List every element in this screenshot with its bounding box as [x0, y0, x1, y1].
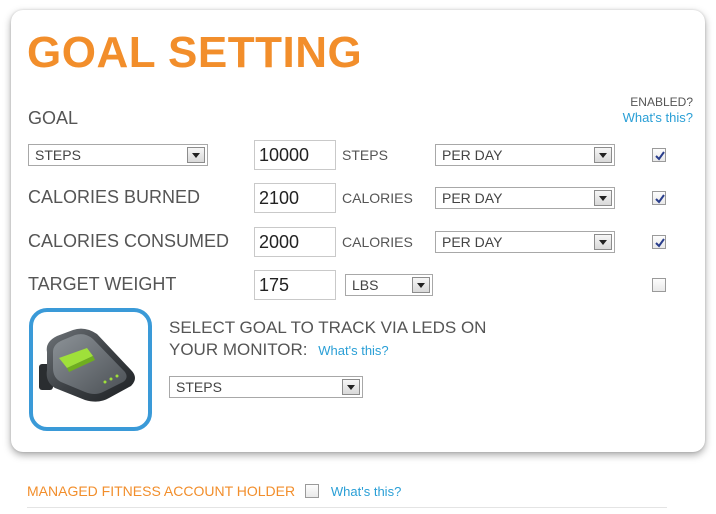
- checkmark-icon: [655, 194, 665, 204]
- managed-fitness-checkbox[interactable]: [305, 484, 320, 498]
- page-title: GOAL SETTING: [27, 28, 363, 77]
- calories-burned-enabled-checkbox[interactable]: [652, 191, 666, 205]
- checkmark-icon: [655, 151, 665, 161]
- weight-unit-select[interactable]: LBS: [345, 274, 433, 296]
- checkmark-icon: [655, 238, 665, 248]
- monitor-goal-select[interactable]: STEPS: [169, 376, 363, 398]
- calories-burned-period-select[interactable]: PER DAY: [435, 187, 615, 209]
- goal-value-input[interactable]: 10000: [254, 140, 336, 170]
- monitor-goal-select-value: STEPS: [176, 379, 222, 395]
- chevron-down-icon: [594, 190, 612, 206]
- managed-fitness-label: MANAGED FITNESS ACCOUNT HOLDER: [27, 483, 296, 499]
- calories-burned-input[interactable]: 2100: [254, 183, 336, 213]
- chevron-down-icon: [594, 147, 612, 163]
- target-weight-enabled-checkbox[interactable]: [652, 278, 666, 292]
- enabled-column-header: ENABLED? What's this?: [623, 95, 693, 126]
- goal-type-select-value: STEPS: [35, 147, 81, 163]
- target-weight-input[interactable]: 175: [254, 270, 336, 300]
- calories-consumed-enabled-checkbox[interactable]: [652, 235, 666, 249]
- calories-consumed-unit: CALORIES: [342, 234, 413, 250]
- calories-consumed-input[interactable]: 2000: [254, 227, 336, 257]
- enabled-whats-this-link[interactable]: What's this?: [623, 110, 693, 125]
- goal-period-select-value: PER DAY: [442, 147, 503, 163]
- monitor-prompt-line2: YOUR MONITOR:: [169, 340, 308, 359]
- managed-fitness-whats-this-link[interactable]: What's this?: [331, 484, 401, 499]
- goal-unit-label: STEPS: [342, 147, 388, 163]
- enabled-label: ENABLED?: [630, 95, 693, 109]
- chevron-down-icon: [594, 234, 612, 250]
- chevron-down-icon: [412, 277, 430, 293]
- goal-type-select[interactable]: STEPS: [28, 144, 208, 166]
- calories-consumed-label: CALORIES CONSUMED: [28, 231, 230, 251]
- monitor-goal-prompt: SELECT GOAL TO TRACK VIA LEDS ON YOUR MO…: [169, 317, 589, 362]
- calories-burned-unit: CALORIES: [342, 190, 413, 206]
- target-weight-label: TARGET WEIGHT: [28, 274, 177, 294]
- chevron-down-icon: [187, 147, 205, 163]
- fitness-monitor-device-image: [29, 308, 152, 431]
- goal-label: GOAL: [28, 108, 79, 128]
- calories-burned-label: CALORIES BURNED: [28, 187, 201, 207]
- monitor-prompt-line1: SELECT GOAL TO TRACK VIA LEDS ON: [169, 318, 487, 337]
- calories-consumed-period-value: PER DAY: [442, 234, 503, 250]
- monitor-whats-this-link[interactable]: What's this?: [318, 343, 388, 358]
- goal-enabled-checkbox[interactable]: [652, 148, 666, 162]
- calories-burned-period-value: PER DAY: [442, 190, 503, 206]
- managed-fitness-row: MANAGED FITNESS ACCOUNT HOLDER What's th…: [27, 483, 401, 499]
- chevron-down-icon: [342, 379, 360, 395]
- fitness-monitor-device-icon: [39, 328, 135, 402]
- footer-divider: [27, 507, 667, 508]
- goal-period-select[interactable]: PER DAY: [435, 144, 615, 166]
- monitor-prompt-line2-row: YOUR MONITOR: What's this?: [169, 339, 589, 362]
- calories-consumed-period-select[interactable]: PER DAY: [435, 231, 615, 253]
- weight-unit-select-value: LBS: [352, 277, 379, 293]
